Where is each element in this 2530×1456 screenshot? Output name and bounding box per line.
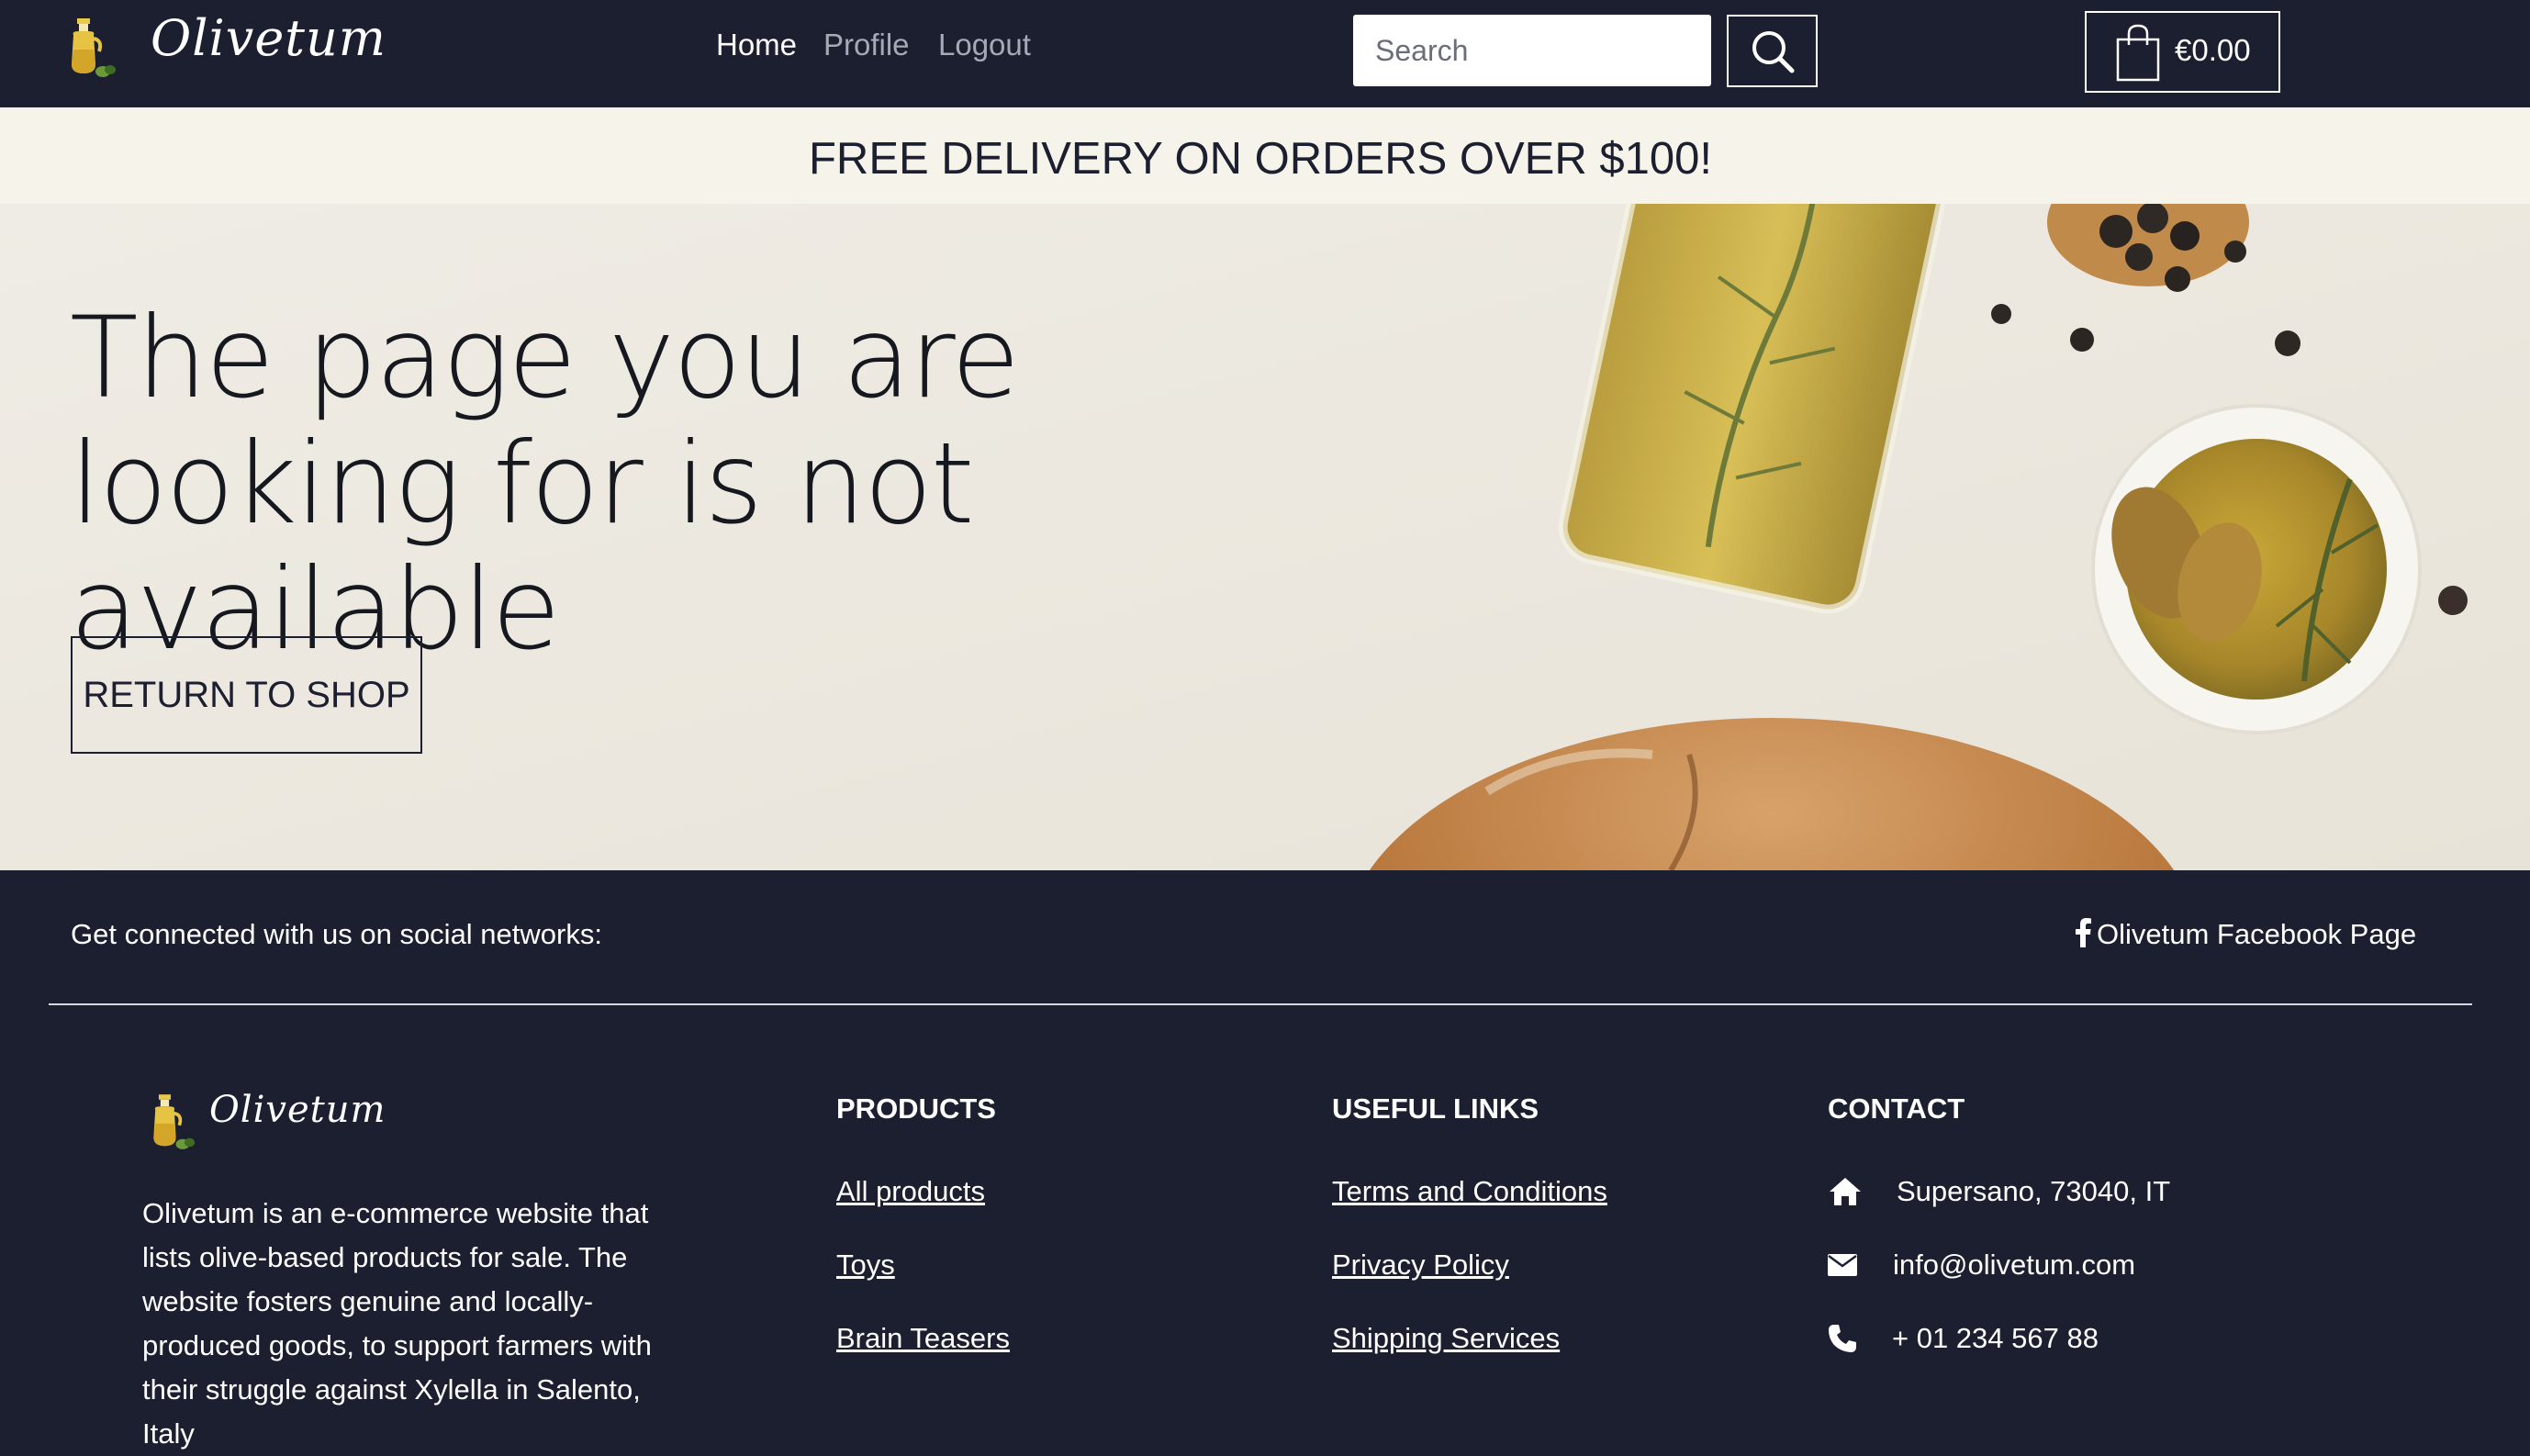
- olive-oil-jar-icon: [72, 18, 116, 77]
- search-icon: [1752, 30, 1794, 73]
- promo-text: FREE DELIVERY ON ORDERS OVER $100!: [809, 134, 1712, 184]
- hero-section: The page you are looking for is not avai…: [0, 204, 2530, 870]
- footer-link-toys[interactable]: Toys: [836, 1249, 895, 1282]
- footer-link-privacy[interactable]: Privacy Policy: [1332, 1249, 1509, 1282]
- footer-link-all-products[interactable]: All products: [836, 1175, 985, 1208]
- nav-link-home[interactable]: Home: [716, 28, 797, 62]
- home-icon: [1830, 1178, 1861, 1205]
- footer: Get connected with us on social networks…: [0, 870, 2530, 1450]
- contact-email: info@olivetum.com: [1893, 1249, 2136, 1281]
- nav-link-logout[interactable]: Logout: [938, 28, 1031, 62]
- facebook-icon: [2076, 918, 2091, 947]
- return-to-shop-button[interactable]: RETURN TO SHOP: [71, 636, 422, 754]
- search-button[interactable]: [1727, 15, 1818, 87]
- footer-divider: [49, 1003, 2472, 1005]
- envelope-icon: [1828, 1254, 1857, 1276]
- cart-button[interactable]: €0.00: [2085, 11, 2280, 93]
- phone-icon: [1829, 1325, 1856, 1352]
- facebook-link[interactable]: Olivetum Facebook Page: [2075, 918, 2416, 951]
- brand-logo[interactable]: Olivetum: [62, 9, 386, 79]
- brand-name: Olivetum: [151, 9, 386, 67]
- shopping-bag-icon: [2116, 24, 2160, 82]
- nav-link-profile[interactable]: Profile: [823, 28, 910, 62]
- footer-logo: Olivetum: [145, 1089, 420, 1155]
- cart-total: €0.00: [2175, 33, 2251, 67]
- facebook-link-label: Olivetum Facebook Page: [2097, 918, 2417, 950]
- footer-brand-name: Olivetum: [209, 1089, 386, 1131]
- useful-links-heading: USEFUL LINKS: [1332, 1092, 1539, 1125]
- error-heading: The page you are looking for is not avai…: [70, 293, 1020, 675]
- olive-oil-jar-icon: [153, 1094, 196, 1149]
- about-text: Olivetum is an e-commerce website that l…: [142, 1197, 652, 1450]
- footer-link-shipping[interactable]: Shipping Services: [1332, 1322, 1560, 1355]
- search-input[interactable]: [1353, 15, 1711, 86]
- footer-link-terms[interactable]: Terms and Conditions: [1332, 1175, 1607, 1208]
- products-heading: PRODUCTS: [836, 1092, 996, 1125]
- promo-banner: FREE DELIVERY ON ORDERS OVER $100!: [0, 107, 2530, 205]
- social-text: Get connected with us on social networks…: [71, 918, 602, 950]
- contact-address: Supersano, 73040, IT: [1897, 1175, 2171, 1207]
- contact-phone: + 01 234 567 88: [1892, 1322, 2099, 1354]
- footer-link-brain-teasers[interactable]: Brain Teasers: [836, 1322, 1010, 1355]
- navbar: Olivetum Home Profile Logout €0.00: [0, 0, 2530, 107]
- contact-heading: CONTACT: [1828, 1092, 1965, 1125]
